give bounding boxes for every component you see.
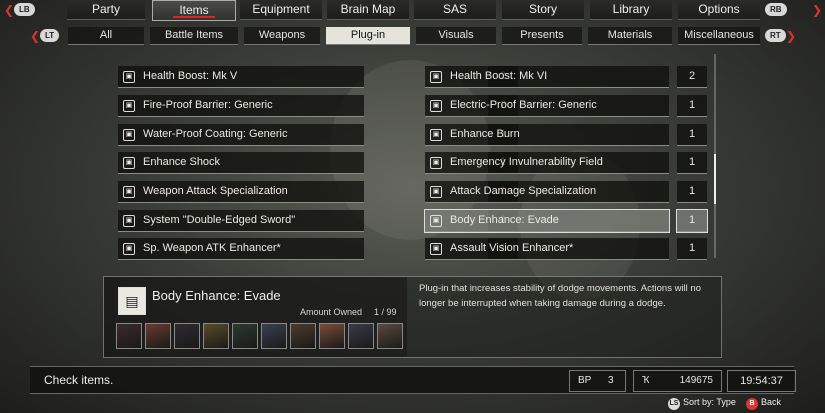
plugin-icon: ▣ [430,129,442,141]
item-quantity: 1 [677,181,707,203]
party-portrait[interactable] [261,323,287,349]
list-scrollbar[interactable] [714,54,716,258]
party-portrait[interactable] [174,323,200,349]
tab-items[interactable]: Items [152,0,236,21]
tab-equipment[interactable]: Equipment [240,0,322,20]
plugin-icon: ▣ [123,215,135,227]
plugin-chip-icon: ▤ [118,287,146,315]
party-portrait[interactable] [348,323,374,349]
plugin-icon: ▣ [123,71,135,83]
plugin-icon: ▣ [123,129,135,141]
item-detail-summary: ▤ Body Enhance: Evade Amount Owned 1 / 9… [104,277,407,357]
party-portrait[interactable] [377,323,403,349]
sort-hint[interactable]: LS Sort by: Type [668,397,736,410]
tab-party[interactable]: Party [67,0,145,20]
tab-left-arrow-icon[interactable]: ❮ [4,3,14,17]
item-quantity: 1 [676,209,708,233]
party-portrait[interactable] [319,323,345,349]
party-portrait[interactable] [232,323,258,349]
item-description: Plug-in that increases stability of dodg… [419,283,701,309]
detail-item-name: Body Enhance: Evade [152,288,281,303]
bp-counter: BP 3 [569,370,626,392]
tab-brain-map[interactable]: Brain Map [327,0,409,20]
subtab-all[interactable]: All [68,27,144,45]
tab-story[interactable]: Story [502,0,584,20]
subtab-materials[interactable]: Materials [588,27,672,45]
bp-label: BP [578,375,592,386]
plugin-icon: ▣ [430,100,442,112]
subtab-plug-in[interactable]: Plug-in [326,27,410,45]
plugin-icon: ▣ [430,71,442,83]
rb-button-icon[interactable]: RB [765,3,787,16]
plugin-icon: ▣ [123,157,135,169]
party-portrait[interactable] [203,323,229,349]
plugin-icon: ▣ [123,243,135,255]
sub-tab-bar: ❮ LT All Battle Items Weapons Plug-in Vi… [0,27,825,46]
item-quantity: 1 [677,124,707,146]
subtab-miscellaneous[interactable]: Miscellaneous [678,27,760,45]
main-tab-bar: ❮ LB Party Items Equipment Brain Map SAS… [0,0,825,21]
plugin-icon: ▣ [430,157,442,169]
subtab-right-arrow-icon[interactable]: ❯ [786,29,796,43]
plugin-icon: ▣ [430,215,442,227]
item-quantity: 1 [677,238,707,260]
tab-options[interactable]: Options [678,0,760,20]
subtab-battle-items[interactable]: Battle Items [150,27,238,45]
back-hint[interactable]: B Back [746,397,781,410]
b-button-icon: B [746,398,758,410]
currency-counter: Ҡ 149675 [633,370,722,392]
subtab-visuals[interactable]: Visuals [416,27,496,45]
subtab-left-arrow-icon[interactable]: ❮ [30,29,40,43]
plugin-icon: ▣ [123,100,135,112]
plugin-icon: ▣ [430,243,442,255]
amount-owned-label: Amount Owned [300,307,363,317]
item-quantity: 2 [677,66,707,88]
back-label: Back [761,397,782,407]
item-quantity: 1 [677,152,707,174]
sort-label: Sort by: Type [683,397,736,407]
tab-library[interactable]: Library [590,0,672,20]
item-list: ▣Health Boost: Mk V 2 ▣Fire-Proof Barrie… [0,47,825,269]
bp-value: 3 [608,375,614,386]
tab-right-arrow-icon[interactable]: ❯ [812,3,822,17]
tab-sas[interactable]: SAS [414,0,496,20]
rt-button-icon[interactable]: RT [765,29,786,42]
lt-button-icon[interactable]: LT [40,29,60,42]
plugin-icon: ▣ [123,186,135,198]
subtab-presents[interactable]: Presents [502,27,582,45]
amount-owned-value: 1 / 99 [374,307,397,317]
scrollbar-thumb[interactable] [714,154,716,204]
plugin-icon: ▣ [430,186,442,198]
party-portrait[interactable] [290,323,316,349]
play-time: 19:54:37 [727,370,796,392]
item-detail-panel: ▤ Body Enhance: Evade Amount Owned 1 / 9… [103,276,722,358]
currency-value: 149675 [679,375,713,386]
status-message: Check items. [44,373,114,387]
party-portrait[interactable] [116,323,142,349]
currency-icon: Ҡ [642,375,650,386]
item-quantity: 1 [677,95,707,117]
lb-button-icon[interactable]: LB [14,3,35,16]
ls-button-icon: LS [668,398,680,410]
party-portrait[interactable] [145,323,171,349]
subtab-weapons[interactable]: Weapons [244,27,320,45]
status-bar: Check items. BP 3 Ҡ 149675 19:54:37 [30,366,796,394]
